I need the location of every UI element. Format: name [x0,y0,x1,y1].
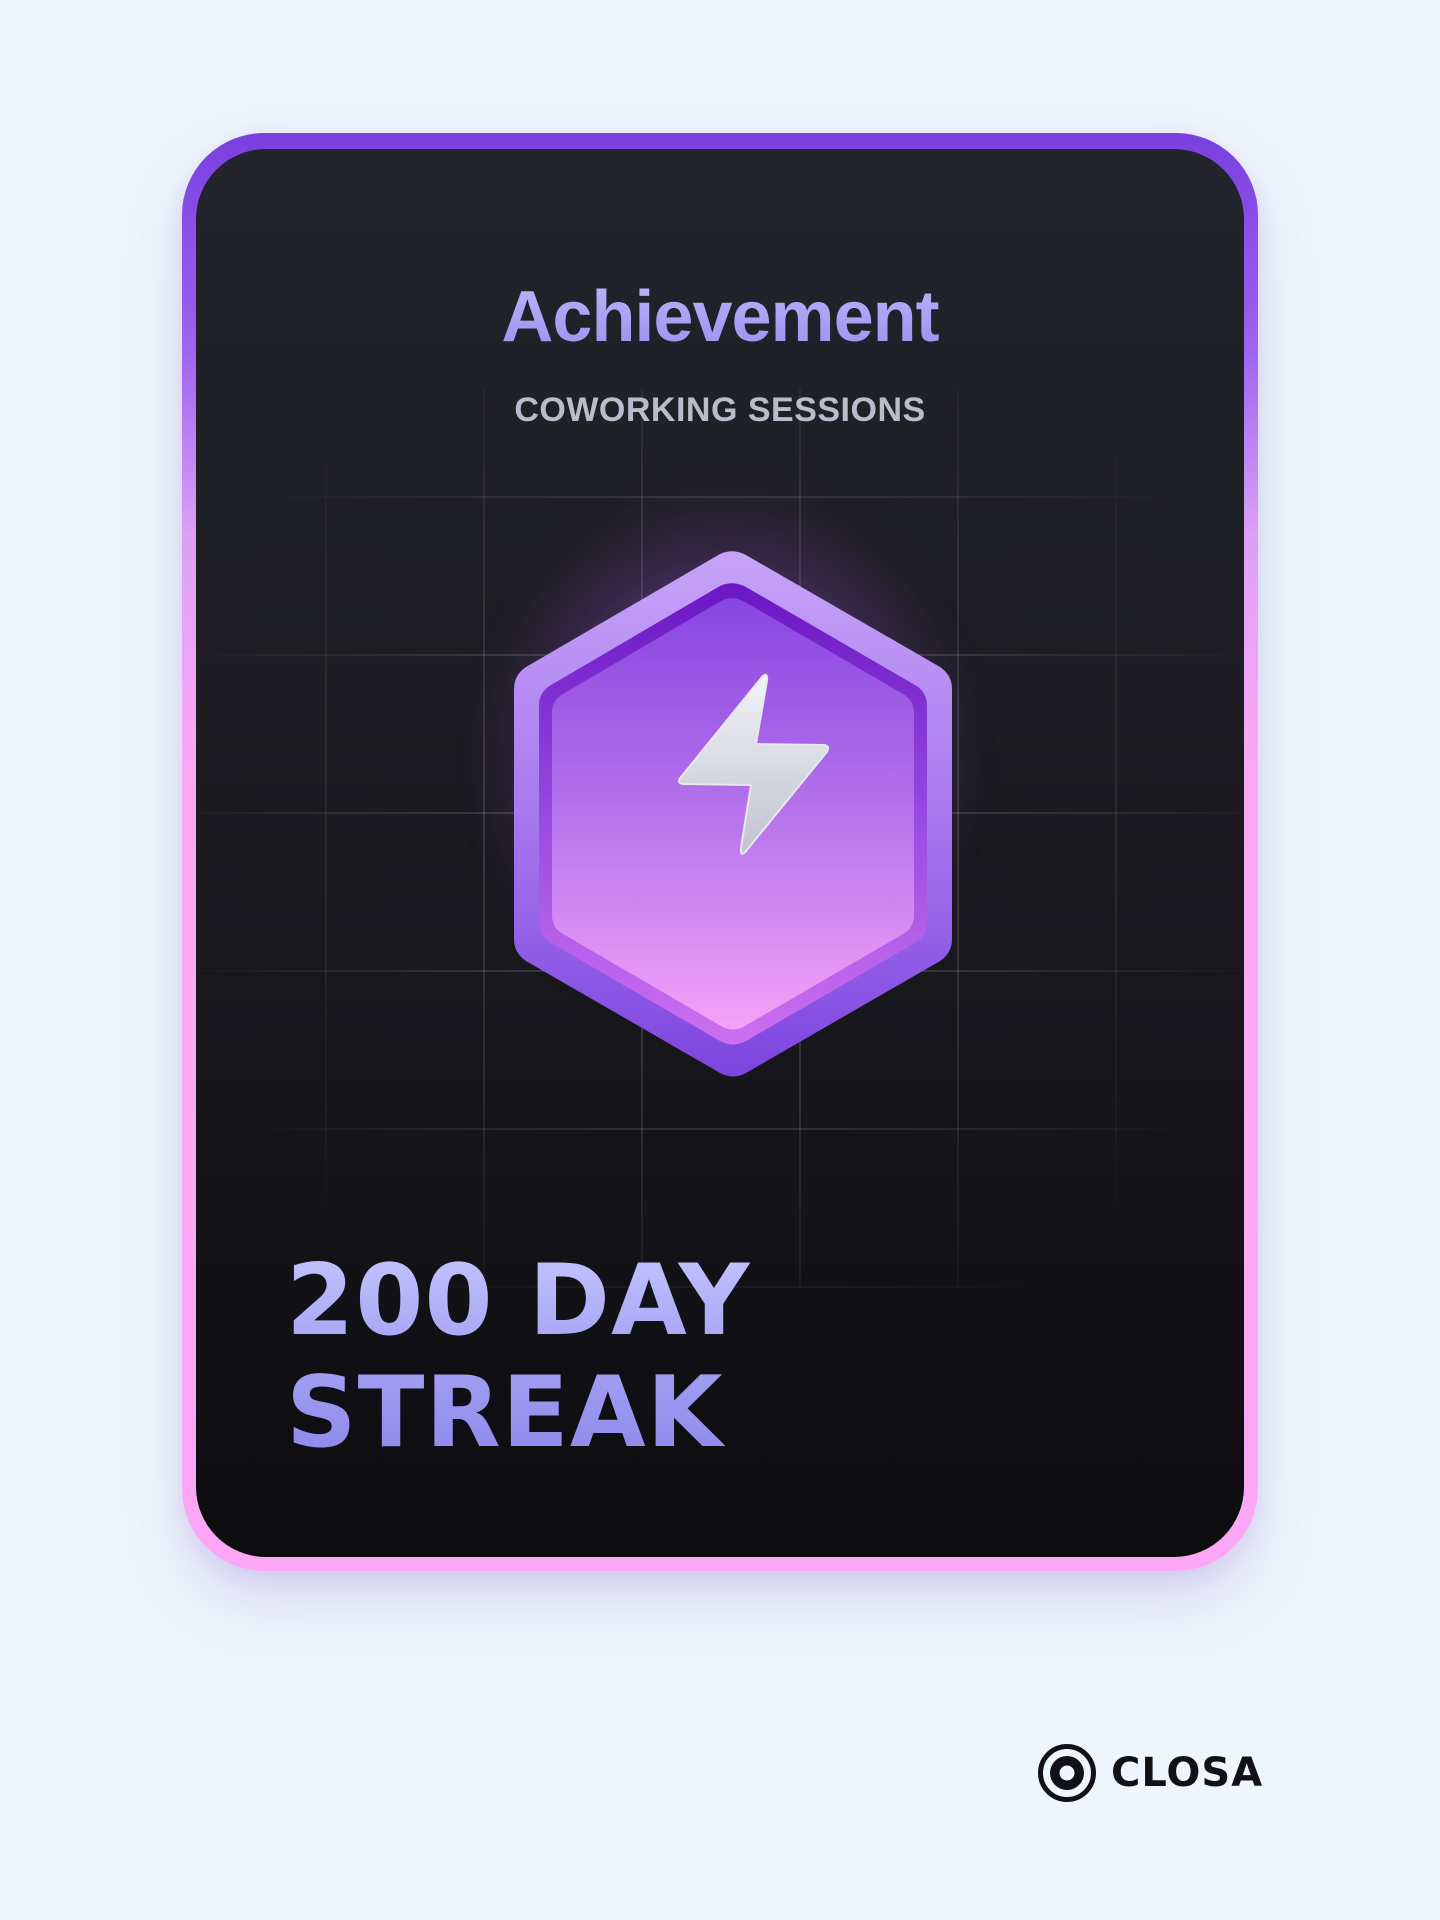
page: Achievement COWORKING SESSIONS 200 DAY S… [0,0,1440,1920]
card-subtitle: COWORKING SESSIONS [514,391,926,429]
card-title: Achievement [196,276,1244,358]
closa-logo-icon [1038,1744,1096,1802]
streak-label: 200 DAY STREAK [286,1245,750,1469]
streak-line-2: STREAK [286,1356,724,1470]
brand-name: CLOSA [1111,1750,1264,1796]
hexagon-badge [514,551,952,1077]
achievement-card: Achievement COWORKING SESSIONS 200 DAY S… [182,133,1258,1571]
achievement-card-body: Achievement COWORKING SESSIONS 200 DAY S… [196,149,1244,1557]
brand: CLOSA [1037,1743,1263,1803]
streak-line-1: 200 DAY [286,1244,751,1358]
